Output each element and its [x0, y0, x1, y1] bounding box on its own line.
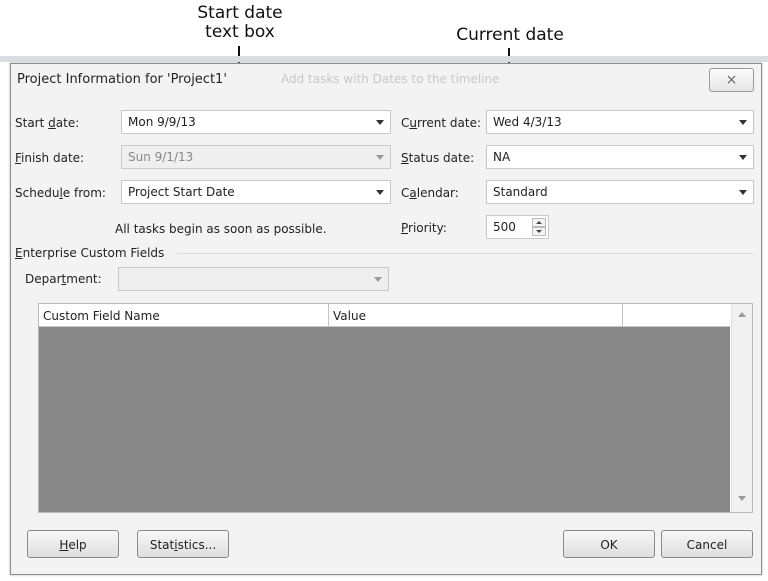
column-header-extra[interactable] — [623, 304, 730, 326]
project-information-dialog: Project Information for 'Project1' Add t… — [10, 63, 762, 575]
schedule-from-label: Schedule from: — [15, 186, 106, 200]
start-date-label: Start date: — [15, 116, 80, 130]
current-date-callout: Current date — [456, 25, 564, 45]
background-app-strip — [0, 56, 768, 62]
grid-vertical-scrollbar[interactable] — [731, 304, 752, 512]
calendar-value: Standard — [493, 185, 548, 199]
schedule-from-value: Project Start Date — [128, 185, 235, 199]
calendar-label: Calendar: — [401, 186, 459, 200]
start-date-callout-line1: Start date — [197, 3, 283, 23]
chevron-down-icon[interactable] — [739, 155, 747, 160]
grid-header: Custom Field Name Value — [39, 304, 730, 327]
current-date-label: Current date: — [401, 116, 482, 130]
chevron-down-icon[interactable] — [739, 120, 747, 125]
chevron-down-icon — [374, 277, 382, 282]
start-date-callout: Start date text box — [170, 4, 310, 42]
start-date-callout-line2: text box — [205, 22, 275, 42]
statistics-button[interactable]: Statistics... — [137, 530, 229, 558]
schedule-note: All tasks begin as soon as possible. — [115, 222, 327, 236]
close-icon: ⨯ — [725, 72, 738, 88]
column-header-value[interactable]: Value — [329, 304, 623, 326]
arrow-up-icon — [536, 221, 542, 224]
department-label: Department: — [25, 272, 102, 286]
finish-date-value: Sun 9/1/13 — [128, 150, 194, 164]
schedule-from-combo[interactable]: Project Start Date — [121, 180, 391, 204]
grid-body[interactable] — [39, 327, 730, 512]
ok-button[interactable]: OK — [563, 530, 655, 558]
priority-value: 500 — [493, 220, 516, 234]
start-date-combo[interactable]: Mon 9/9/13 — [121, 110, 391, 134]
chevron-down-icon[interactable] — [376, 120, 384, 125]
chevron-down-icon[interactable] — [376, 190, 384, 195]
current-date-value: Wed 4/3/13 — [493, 115, 562, 129]
chevron-down-icon[interactable] — [739, 190, 747, 195]
arrow-down-icon — [536, 230, 542, 233]
custom-fields-grid[interactable]: Custom Field Name Value — [38, 303, 753, 513]
enterprise-divider — [177, 253, 753, 254]
chevron-down-icon — [376, 155, 384, 160]
finish-date-label: Finish date: — [15, 151, 85, 165]
priority-label: Priority: — [401, 221, 447, 235]
column-header-custom-field-name[interactable]: Custom Field Name — [39, 304, 329, 326]
cancel-button[interactable]: Cancel — [661, 530, 753, 558]
help-button[interactable]: Help — [27, 530, 119, 558]
priority-spinner[interactable]: 500 — [486, 215, 549, 239]
background-hint-text: Add tasks with Dates to the timeline — [281, 72, 500, 86]
status-date-value: NA — [493, 150, 511, 164]
dialog-titlebar: Project Information for 'Project1' Add t… — [11, 64, 761, 96]
current-date-combo[interactable]: Wed 4/3/13 — [486, 110, 754, 134]
status-date-combo[interactable]: NA — [486, 145, 754, 169]
spin-down-button[interactable] — [532, 227, 546, 236]
enterprise-section-label: Enterprise Custom Fields — [15, 246, 165, 260]
scroll-up-icon[interactable] — [738, 312, 746, 317]
start-date-value: Mon 9/9/13 — [128, 115, 196, 129]
close-button[interactable]: ⨯ — [709, 68, 754, 92]
scroll-down-icon[interactable] — [738, 496, 746, 501]
spin-up-button[interactable] — [532, 218, 546, 227]
finish-date-combo: Sun 9/1/13 — [121, 145, 391, 169]
department-combo — [118, 267, 389, 291]
calendar-combo[interactable]: Standard — [486, 180, 754, 204]
status-date-label: Status date: — [401, 151, 475, 165]
dialog-title: Project Information for 'Project1' — [17, 72, 227, 87]
